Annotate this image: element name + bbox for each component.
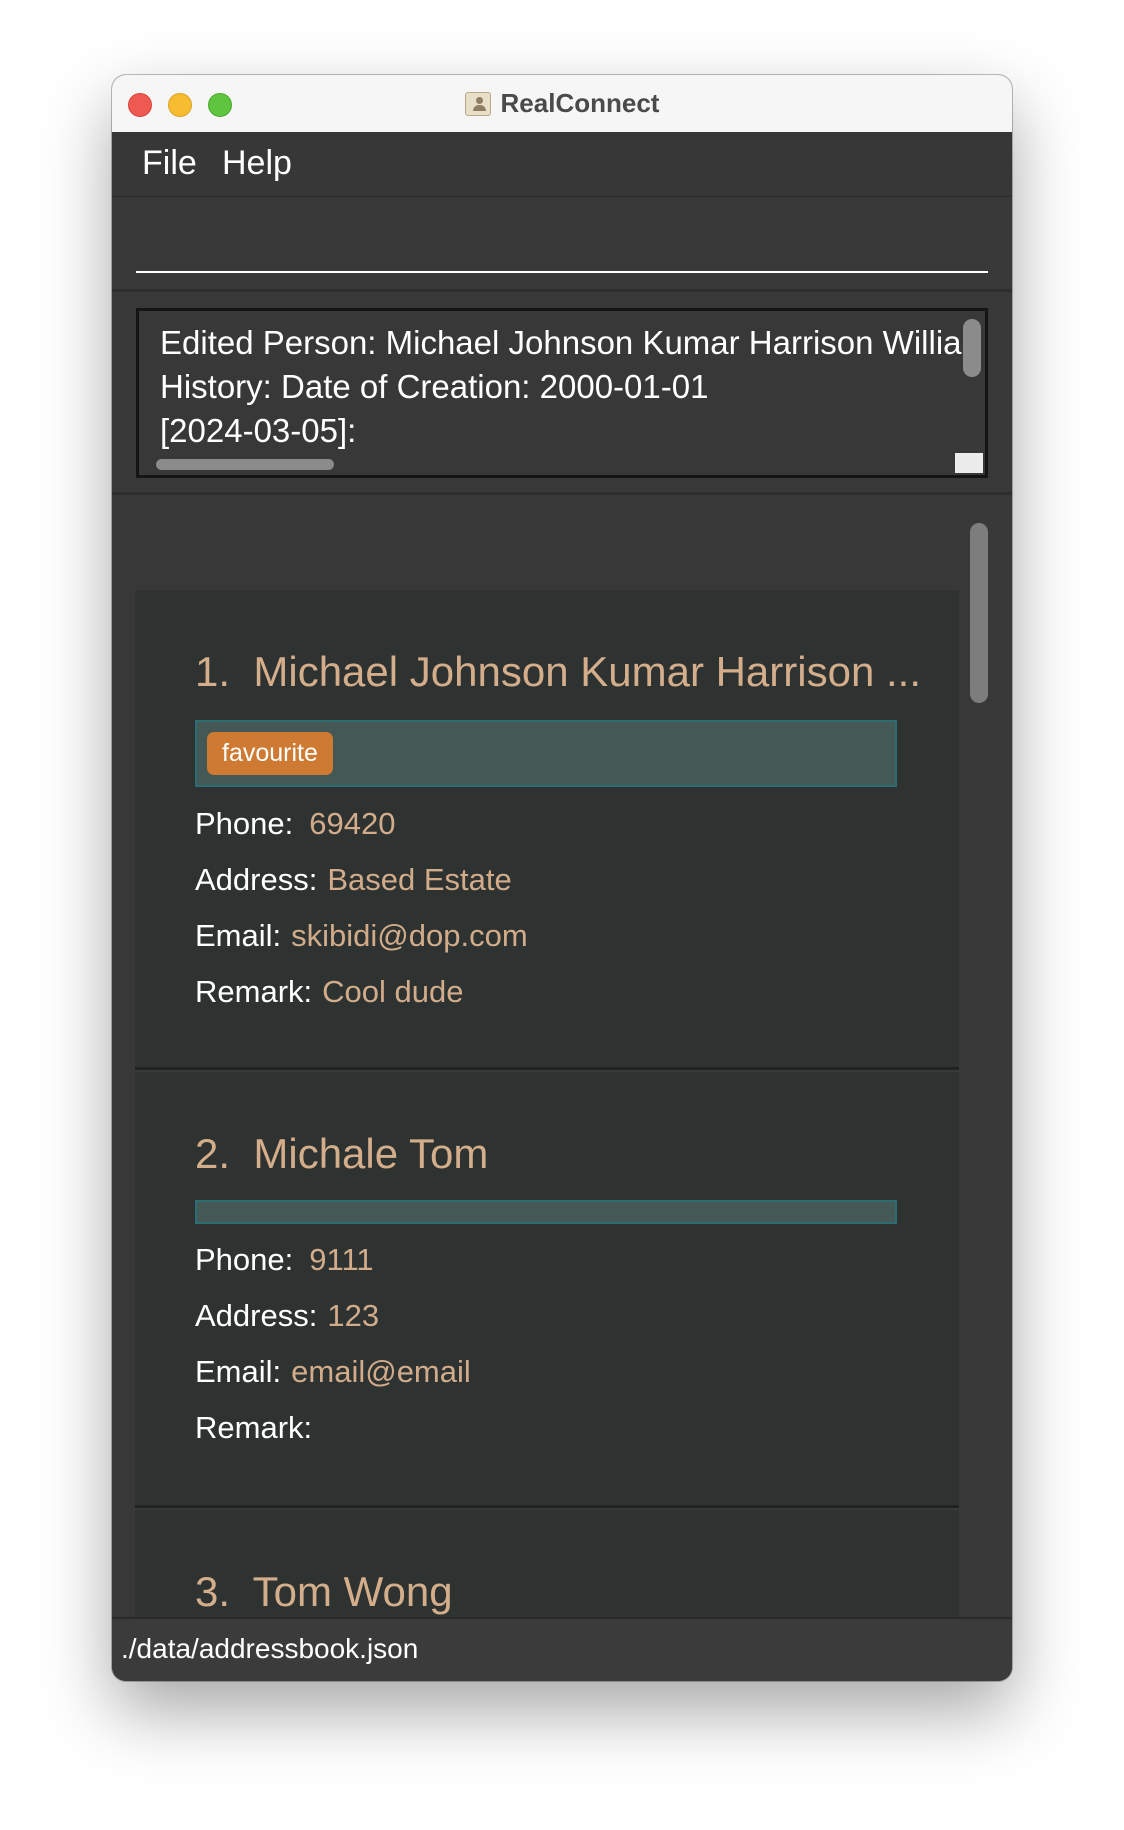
email-field: Email: skibidi@dop.com <box>195 918 528 954</box>
remark-value: Cool dude <box>322 974 464 1009</box>
phone-value: 69420 <box>309 806 396 841</box>
command-input[interactable] <box>136 217 988 273</box>
remark-field: Remark: <box>195 1410 322 1446</box>
window-title: RealConnect <box>500 88 660 118</box>
tag-row <box>195 1200 897 1224</box>
data-file-path: ./data/addressbook.json <box>121 1633 419 1664</box>
remark-field: Remark: Cool dude <box>195 974 463 1010</box>
person-list: 1. Michael Johnson Kumar Harrison ... fa… <box>112 495 1012 1617</box>
title-bar[interactable]: RealConnect <box>112 75 1012 133</box>
remark-label: Remark: <box>195 974 313 1009</box>
address-field: Address: 123 <box>195 1298 379 1334</box>
person-name-heading: 3. Tom Wong <box>195 1568 453 1616</box>
person-index: 3. <box>195 1568 231 1615</box>
scrollbar-corner <box>955 453 983 473</box>
result-text: Edited Person: Michael Johnson Kumar Har… <box>160 321 980 453</box>
address-value: Based Estate <box>327 862 512 897</box>
person-name-heading: 2. Michale Tom <box>195 1130 488 1178</box>
menu-help[interactable]: Help <box>222 144 292 183</box>
person-card[interactable]: 1. Michael Johnson Kumar Harrison ... fa… <box>135 590 959 1070</box>
person-card[interactable]: 3. Tom Wong investor longTermClient <box>135 1510 959 1617</box>
result-display-panel: Edited Person: Michael Johnson Kumar Har… <box>112 292 1012 495</box>
app-window: RealConnect File Help Edited Person: Mic… <box>112 75 1012 1681</box>
phone-field: Phone: 9111 <box>195 1242 374 1278</box>
address-label: Address: <box>195 862 318 897</box>
email-value: skibidi@dop.com <box>291 918 528 953</box>
menu-bar: File Help <box>112 132 1012 197</box>
tag-row: favourite <box>195 720 897 787</box>
person-name: Michale Tom <box>253 1130 489 1177</box>
person-index: 1. <box>195 648 231 695</box>
address-field: Address: Based Estate <box>195 862 512 898</box>
result-line: Edited Person: Michael Johnson Kumar Har… <box>160 324 980 361</box>
result-line: History: Date of Creation: 2000-01-01 <box>160 368 709 405</box>
email-value: email@email <box>291 1354 471 1389</box>
phone-value: 9111 <box>309 1242 374 1277</box>
person-list-scrollbar[interactable] <box>970 523 988 703</box>
result-vertical-scrollbar[interactable] <box>963 319 981 377</box>
person-name: Tom Wong <box>252 1568 453 1615</box>
phone-field: Phone: 69420 <box>195 806 395 842</box>
address-book-icon <box>464 91 491 116</box>
email-label: Email: <box>195 1354 282 1389</box>
remark-label: Remark: <box>195 1410 313 1445</box>
command-box <box>112 197 1012 292</box>
address-label: Address: <box>195 1298 318 1333</box>
result-line: [2024-03-05]: <box>160 412 357 449</box>
tag-badge: favourite <box>207 732 333 775</box>
person-name-heading: 1. Michael Johnson Kumar Harrison ... <box>195 648 921 696</box>
address-value: 123 <box>327 1298 380 1333</box>
phone-label: Phone: <box>195 1242 294 1277</box>
result-display[interactable]: Edited Person: Michael Johnson Kumar Har… <box>136 308 988 478</box>
phone-label: Phone: <box>195 806 294 841</box>
email-label: Email: <box>195 918 282 953</box>
person-card[interactable]: 2. Michale Tom Phone: 9111 Address: 123 Em… <box>135 1072 959 1508</box>
email-field: Email: email@email <box>195 1354 471 1390</box>
status-bar: ./data/addressbook.json <box>112 1617 1012 1681</box>
person-index: 2. <box>195 1130 231 1177</box>
result-horizontal-scrollbar[interactable] <box>156 459 334 470</box>
person-name: Michael Johnson Kumar Harrison ... <box>253 648 921 695</box>
menu-file[interactable]: File <box>142 144 197 183</box>
